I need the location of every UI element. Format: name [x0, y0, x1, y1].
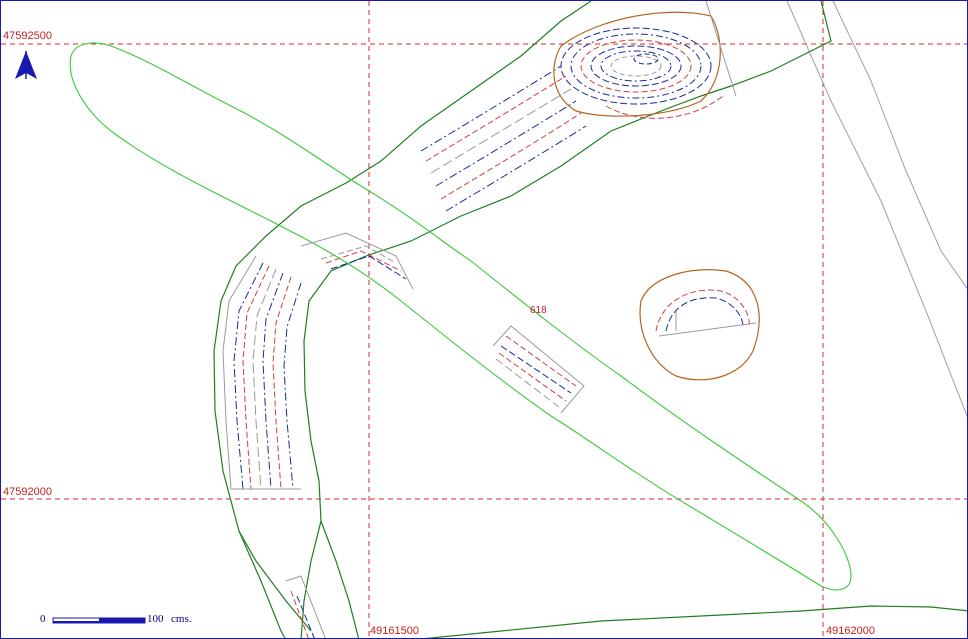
- contour-band-top: [420, 65, 587, 212]
- trench-outline: [69, 42, 852, 591]
- north-arrow-icon: [15, 51, 37, 79]
- pit-round: [639, 269, 760, 381]
- coordinate-grid: [1, 1, 967, 638]
- scale-bar-unit-label: cms.: [171, 613, 192, 625]
- grid-label-northing-top: 47592500: [3, 30, 52, 42]
- map-frame[interactable]: 47592500 47592000 49161500 49162000 618 …: [0, 0, 968, 639]
- grid-label-easting-right: 49162000: [826, 625, 875, 637]
- scale-bar-end-label: 100: [147, 613, 164, 625]
- map-canvas[interactable]: [1, 1, 968, 639]
- grid-label-easting-left: 49161500: [370, 625, 419, 637]
- boundary-lines: [786, 1, 967, 418]
- feature-label: 618: [530, 305, 547, 316]
- contour-junction: [300, 232, 414, 290]
- grid-label-northing-bottom: 47592000: [3, 486, 52, 498]
- excavation-outline-right-leg: [320, 520, 360, 638]
- contour-band-left: [222, 255, 302, 490]
- pit-top: [553, 1, 737, 119]
- scale-bar-icon: [52, 617, 146, 624]
- scale-bar-start-label: 0: [40, 613, 46, 625]
